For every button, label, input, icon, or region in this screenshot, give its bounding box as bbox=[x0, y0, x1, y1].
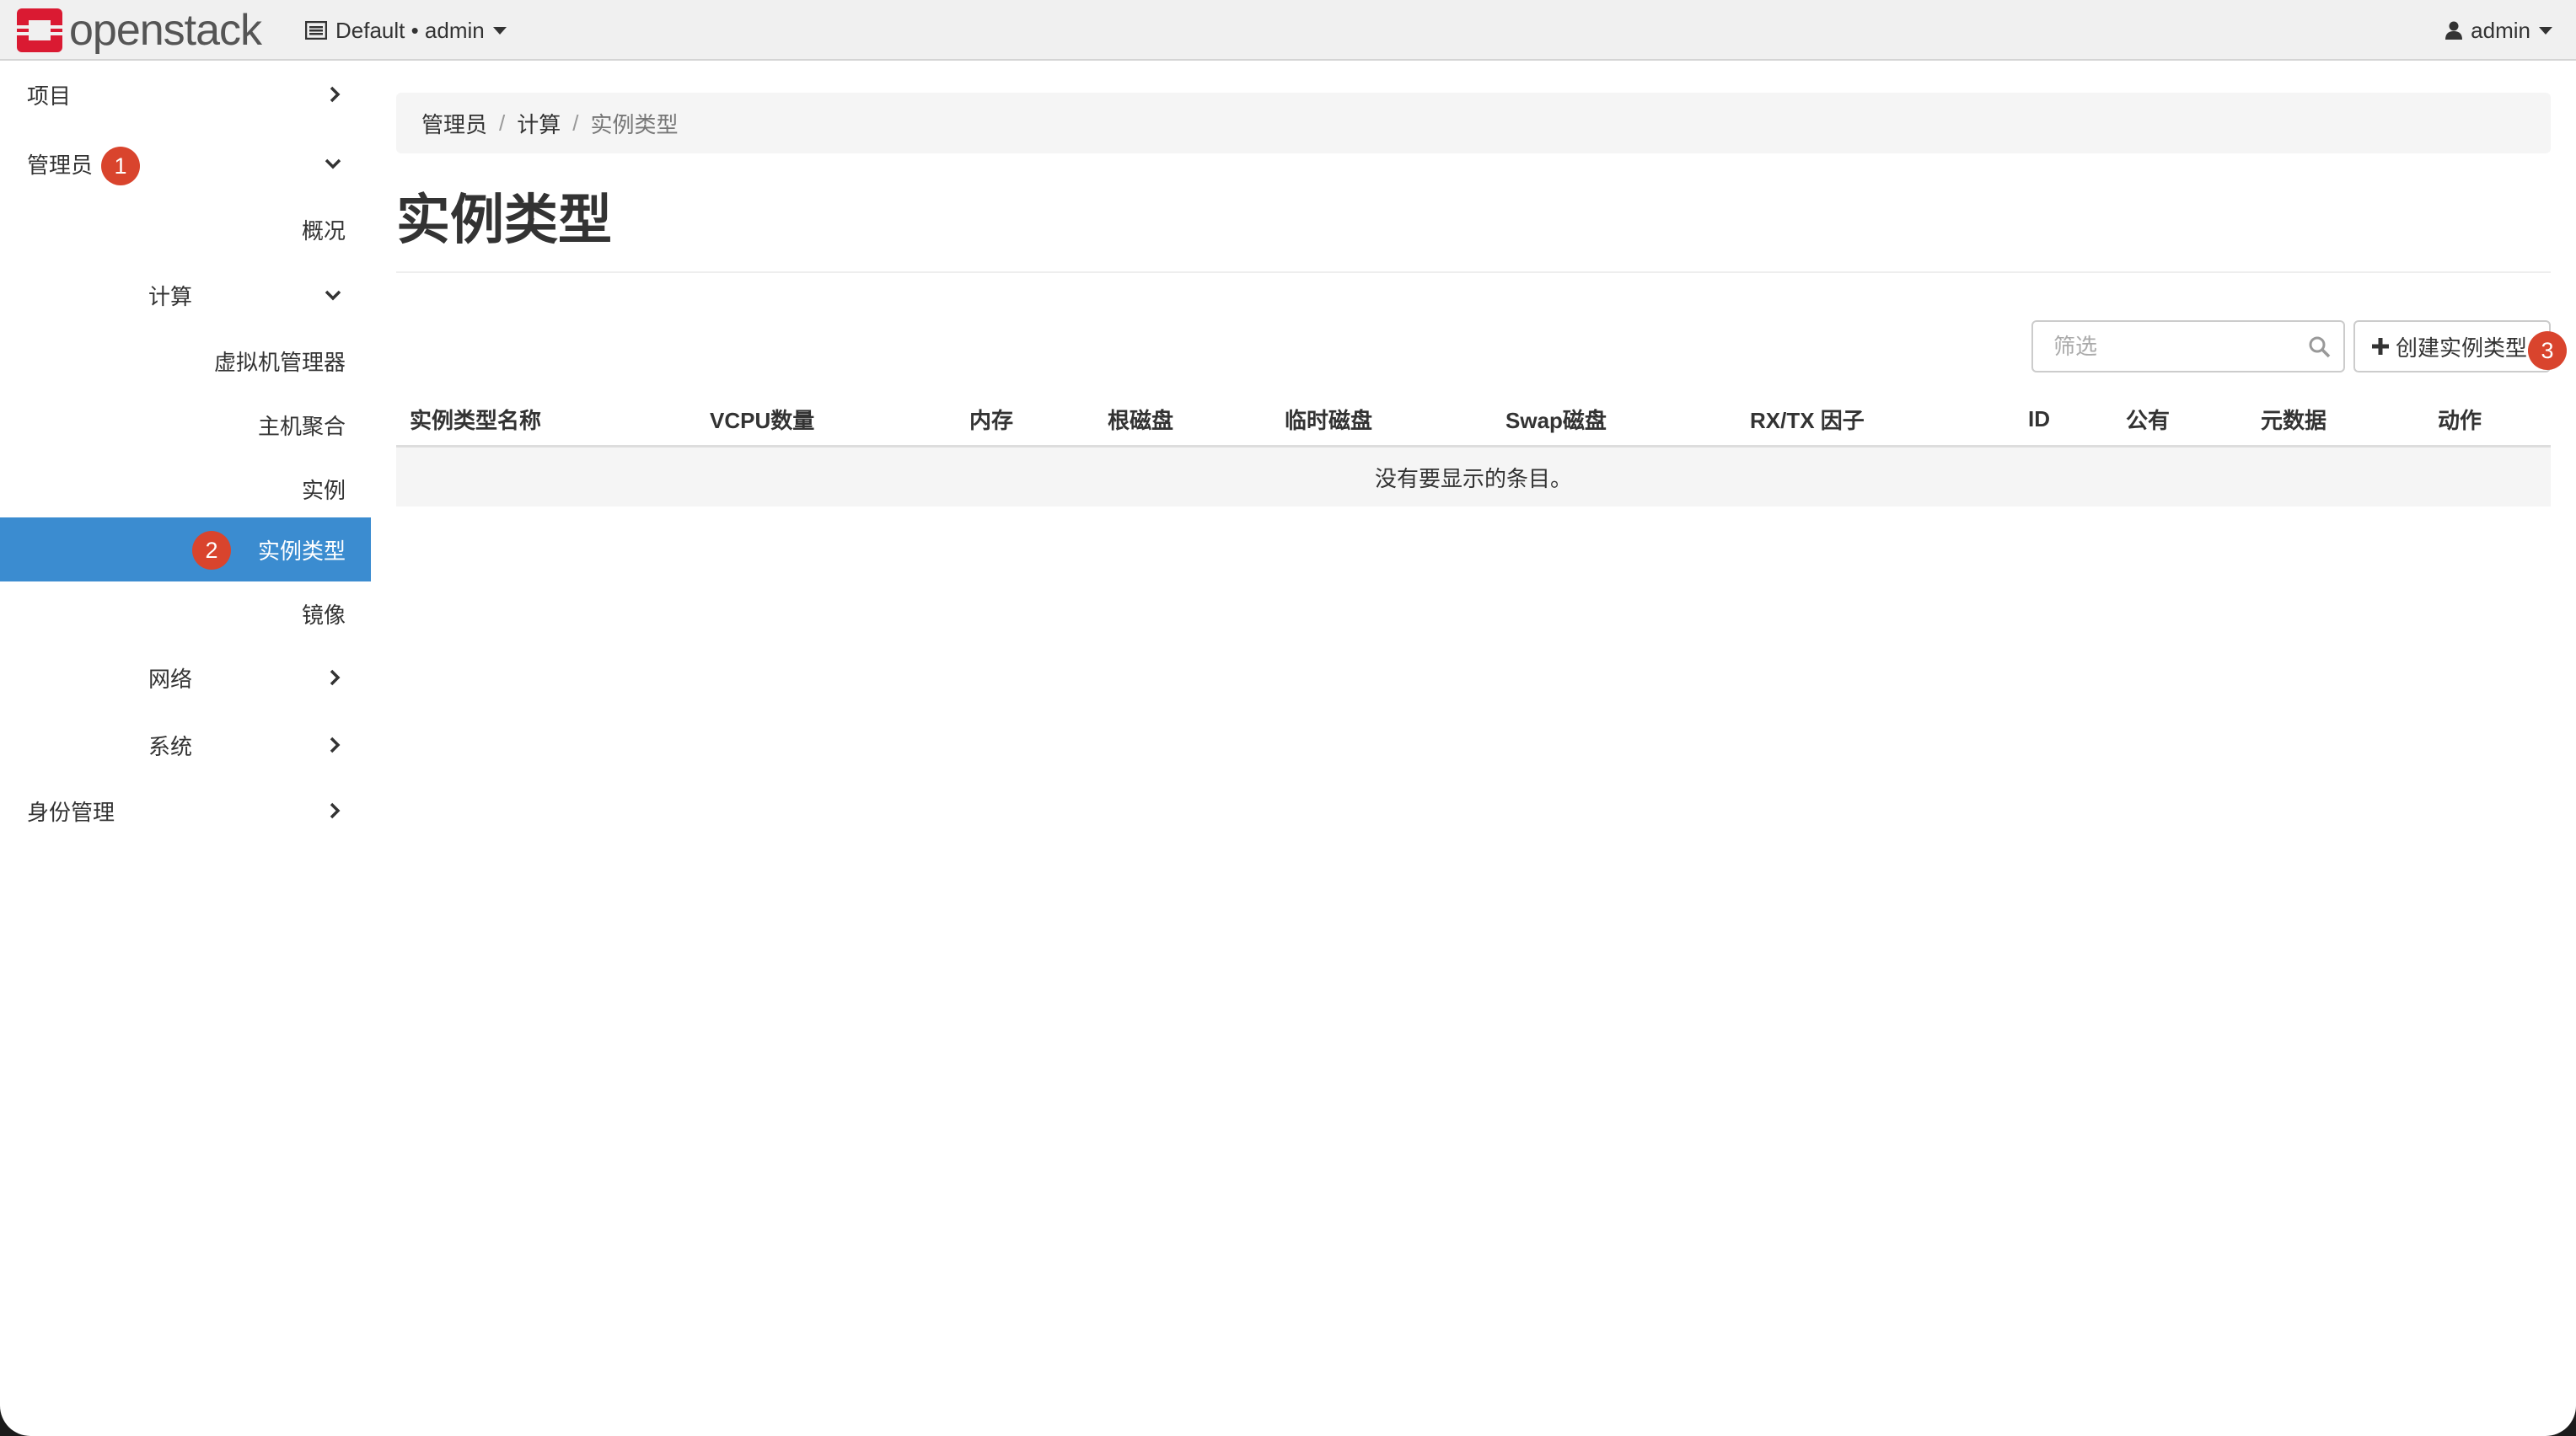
breadcrumb-separator: / bbox=[572, 110, 579, 136]
sidebar-item-network[interactable]: 网络 bbox=[0, 646, 371, 710]
sidebar-item-label: 虚拟机管理器 bbox=[213, 349, 346, 375]
sidebar-item-system[interactable]: 系统 bbox=[0, 713, 371, 777]
step-badge-1: 1 bbox=[101, 147, 140, 185]
logo-text: openstack bbox=[69, 6, 262, 55]
chevron-right-icon bbox=[330, 669, 341, 686]
sidebar-item-admin[interactable]: 管理员 1 bbox=[0, 131, 371, 196]
column-header-rxtx-factor[interactable]: RX/TX 因子 bbox=[1736, 393, 2015, 447]
table-header-row: 实例类型名称 VCPU数量 内存 根磁盘 临时磁盘 Swap磁盘 RX/TX 因… bbox=[396, 393, 2551, 447]
step-badge-2: 2 bbox=[192, 531, 231, 570]
openstack-logo-icon bbox=[17, 8, 62, 52]
column-header-ephemeral-disk[interactable]: 临时磁盘 bbox=[1271, 393, 1492, 447]
chevron-right-icon bbox=[330, 86, 341, 103]
user-icon bbox=[2445, 21, 2463, 40]
sidebar-item-label: 项目 bbox=[27, 83, 72, 109]
column-header-actions: 动作 bbox=[2424, 393, 2551, 447]
column-header-swap-disk[interactable]: Swap磁盘 bbox=[1492, 393, 1736, 447]
breadcrumb-admin[interactable]: 管理员 bbox=[421, 108, 487, 139]
empty-table-message: 没有要显示的条目。 bbox=[396, 446, 2551, 506]
project-selector[interactable]: Default • admin bbox=[305, 0, 507, 61]
page-title: 实例类型 bbox=[396, 190, 612, 250]
column-header-id[interactable]: ID bbox=[2015, 393, 2112, 447]
sidebar-item-label: 主机聚合 bbox=[257, 413, 346, 439]
breadcrumb-current: 实例类型 bbox=[590, 111, 679, 137]
create-flavor-button[interactable]: 创建实例类型 bbox=[2353, 320, 2551, 372]
project-selector-label: Default • admin bbox=[335, 17, 485, 43]
sidebar-item-flavors[interactable]: 2 实例类型 bbox=[0, 517, 371, 581]
search-icon[interactable] bbox=[2308, 335, 2332, 359]
sidebar-item-label: 系统 bbox=[148, 733, 193, 759]
caret-down-icon bbox=[492, 26, 507, 35]
column-header-public[interactable]: 公有 bbox=[2112, 393, 2247, 447]
browser-window: openstack Default • admin admin 项目 管理员 1… bbox=[0, 0, 2576, 1436]
caret-down-icon bbox=[2539, 26, 2552, 35]
create-flavor-label: 创建实例类型 bbox=[2396, 335, 2528, 361]
flavors-table: 实例类型名称 VCPU数量 内存 根磁盘 临时磁盘 Swap磁盘 RX/TX 因… bbox=[396, 393, 2551, 506]
sidebar-item-host-aggregates[interactable]: 主机聚合 bbox=[0, 393, 371, 457]
sidebar-item-label: 计算 bbox=[148, 283, 193, 309]
sidebar-item-instances[interactable]: 实例 bbox=[0, 457, 371, 521]
sidebar-item-overview[interactable]: 概况 bbox=[0, 197, 371, 261]
column-header-ram[interactable]: 内存 bbox=[956, 393, 1094, 447]
column-header-vcpus[interactable]: VCPU数量 bbox=[696, 393, 956, 447]
sidebar-item-hypervisors[interactable]: 虚拟机管理器 bbox=[0, 329, 371, 393]
chevron-right-icon bbox=[330, 802, 341, 819]
breadcrumb-compute[interactable]: 计算 bbox=[517, 108, 561, 139]
sidebar-item-label: 实例 bbox=[301, 477, 346, 503]
table-row: 没有要显示的条目。 bbox=[396, 446, 2551, 506]
project-list-icon bbox=[305, 21, 327, 40]
column-header-metadata[interactable]: 元数据 bbox=[2247, 393, 2424, 447]
chevron-right-icon bbox=[330, 737, 341, 753]
user-name: admin bbox=[2471, 17, 2530, 43]
user-menu[interactable]: admin bbox=[2445, 0, 2552, 61]
sidebar-item-label: 实例类型 bbox=[257, 538, 346, 564]
column-header-root-disk[interactable]: 根磁盘 bbox=[1094, 393, 1271, 447]
chevron-down-icon bbox=[325, 290, 341, 301]
sidebar-item-label: 网络 bbox=[148, 666, 193, 692]
filter-input[interactable] bbox=[2031, 320, 2345, 372]
sidebar-item-label: 身份管理 bbox=[27, 799, 115, 825]
plus-icon bbox=[2372, 338, 2389, 355]
sidebar-item-label: 管理员 bbox=[27, 152, 94, 178]
step-badge-3: 3 bbox=[2528, 331, 2567, 370]
sidebar-item-identity[interactable]: 身份管理 bbox=[0, 779, 371, 843]
sidebar-item-compute[interactable]: 计算 bbox=[0, 263, 371, 327]
sidebar-item-images[interactable]: 镜像 bbox=[0, 581, 371, 646]
breadcrumb: 管理员 / 计算 / 实例类型 bbox=[396, 93, 2551, 153]
openstack-logo[interactable]: openstack bbox=[17, 6, 262, 55]
sidebar-item-label: 概况 bbox=[301, 217, 346, 244]
breadcrumb-separator: / bbox=[499, 110, 506, 136]
sidebar-item-label: 镜像 bbox=[301, 602, 346, 628]
column-header-name[interactable]: 实例类型名称 bbox=[396, 393, 696, 447]
top-navbar: openstack Default • admin admin bbox=[0, 0, 2576, 61]
sidebar-item-project[interactable]: 项目 bbox=[0, 62, 371, 126]
title-divider bbox=[396, 271, 2551, 273]
chevron-down-icon bbox=[325, 158, 341, 169]
